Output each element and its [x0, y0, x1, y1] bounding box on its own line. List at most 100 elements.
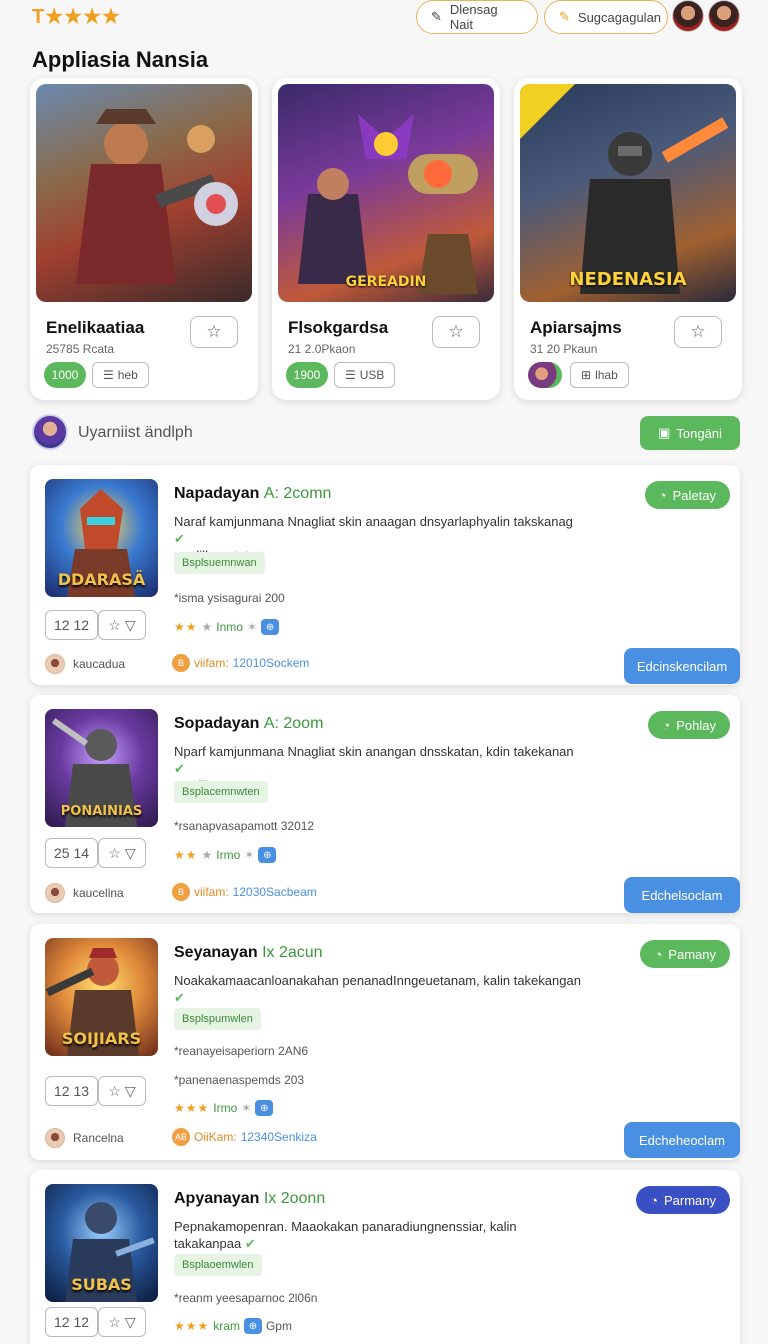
section-header: Uyarniist ändlph ▣ Tongäni: [32, 414, 740, 454]
item-tag[interactable]: Bsplspumwlen: [174, 1008, 261, 1030]
count-chip[interactable]: 1900: [286, 362, 328, 388]
author-name: Rancelna: [73, 1131, 124, 1145]
item-thumbnail: SOIJIARS: [45, 938, 158, 1056]
featured-name: Apiarsajms: [530, 318, 622, 337]
action-button[interactable]: Edcinskencilam: [624, 648, 740, 684]
tag-chip[interactable]: ☰ USB: [334, 362, 396, 388]
tag-chip-label: heb: [117, 368, 138, 382]
clock-icon: ◔: [654, 946, 663, 962]
status-badge[interactable]: ◔ Pohlay: [648, 711, 730, 739]
item-rating: ★★★Irmo✶⊕: [174, 1100, 274, 1116]
list-item[interactable]: DDARASÄ Napadayan A: 2comn ◔ Paletay Nara…: [30, 465, 740, 685]
item-tag[interactable]: Bsplsuemnwan: [174, 552, 265, 574]
favorite-dropdown[interactable]: ☆ ▽: [98, 1076, 146, 1106]
image-icon: ▣: [658, 425, 671, 440]
item-title-highlight: Ix 2oonn: [263, 1190, 326, 1207]
featured-sub: 31 20 Pkaun: [530, 342, 598, 356]
status-badge[interactable]: ◔ Pamany: [640, 940, 730, 968]
star-icon: ☆: [690, 322, 706, 341]
edit-button-secondary[interactable]: ✎ Sugcagagulan: [544, 0, 668, 34]
badge-icon: ⊕: [243, 1318, 262, 1334]
action-button[interactable]: Edchelsoclam: [624, 877, 740, 913]
item-meta: *reanayeisaperiorn 2AN6: [174, 1044, 309, 1058]
item-rating: ★★★ kram ⊕ Gpm: [174, 1318, 292, 1334]
item-thumbnail: DDARASÄ: [45, 479, 158, 597]
user-avatar[interactable]: [672, 0, 704, 32]
item-description-line: Nparf kamjunmana Nnagliat skin anangan d…: [174, 744, 574, 759]
featured-card[interactable]: GEREADIN Flsokgardsa 21 2.0Pkaon ☆ 1900 …: [272, 78, 500, 400]
menu-icon: ☰: [345, 368, 356, 382]
author[interactable]: kaucadua: [45, 654, 125, 674]
list-item[interactable]: SOIJIARS Seyanayan Ix 2acun ◔ Pamany Noak…: [30, 924, 740, 1160]
featured-art: [36, 84, 252, 302]
featured-art: GEREADIN: [278, 84, 494, 302]
star-icon: ☆: [206, 322, 222, 341]
item-title: Sopadayan A: 2oom: [174, 715, 323, 733]
item-title-main: Sopadayan: [174, 715, 260, 732]
item-tag[interactable]: Bsplaoemwlen: [174, 1254, 262, 1276]
item-rating: ★★★Irmo✶⊕: [174, 847, 277, 863]
section-action-button[interactable]: ▣ Tongäni: [640, 416, 740, 450]
stat-box: 12 13: [45, 1076, 99, 1106]
price-label: OiiKam:: [194, 1130, 237, 1144]
edit-button-primary[interactable]: ✎ Dlensag Nait: [416, 0, 538, 34]
page-title: Appliasia Nansia: [32, 47, 209, 72]
avatar[interactable]: [32, 414, 68, 450]
item-title: Napadayan A: 2comn: [174, 485, 331, 503]
item-tag[interactable]: Bsplacemnwten: [174, 781, 268, 803]
thumb-caption: DDARASÄ: [57, 570, 146, 589]
thumb-caption: PONAINIAS: [60, 804, 143, 819]
favorite-dropdown[interactable]: ☆ ▽: [98, 1307, 146, 1337]
rating-word: kram: [213, 1319, 240, 1333]
verified-icon: ✔: [174, 531, 185, 546]
list-item[interactable]: PONAINIAS Sopadayan A: 2oom ◔ Pohlay Npar…: [30, 695, 740, 913]
tag-chip[interactable]: ⊞ lhab: [570, 362, 629, 388]
rating-stars-icon: ★★★: [174, 1319, 210, 1333]
item-thumbnail: PONAINIAS: [45, 709, 158, 827]
favorite-button[interactable]: ☆: [432, 316, 480, 348]
chevron-down-icon: ▽: [124, 616, 136, 633]
tag-chip-label: USB: [359, 368, 385, 382]
author[interactable]: kaucellna: [45, 883, 124, 903]
status-badge[interactable]: ◔ Parmany: [636, 1186, 730, 1214]
menu-icon: ☰: [103, 368, 114, 382]
item-title: Apyanayan Ix 2oonn: [174, 1190, 325, 1208]
item-title-main: Apyanayan: [174, 1190, 260, 1207]
count-chip[interactable]: 1000: [44, 362, 86, 388]
rating-stars-icon: ★★: [174, 848, 198, 862]
author[interactable]: Rancelna: [45, 1128, 124, 1148]
featured-art: NEDENASIA: [520, 84, 736, 302]
art-caption: NEDENASIA: [569, 269, 687, 290]
star-icon: ☆: [108, 844, 121, 861]
list-item[interactable]: SUBAS Apyanayan Ix 2oonn ◔ Parmany Pepnak…: [30, 1170, 740, 1344]
avatar: [45, 1128, 65, 1148]
star-icon: ☆: [108, 616, 121, 633]
avatar: [45, 883, 65, 903]
art-caption: GEREADIN: [345, 274, 427, 290]
author-name: kaucellna: [73, 886, 124, 900]
tag-chip[interactable]: ☰ heb: [92, 362, 149, 388]
user-avatar-secondary[interactable]: [708, 0, 740, 32]
status-label: Pamany: [668, 946, 716, 962]
item-title-highlight: A: 2comn: [263, 485, 332, 502]
stat-box: 12 12: [45, 610, 99, 640]
featured-card[interactable]: Enelikaatiaa 25785 Rcata ☆ 1000 ☰ heb: [30, 78, 258, 400]
favorite-dropdown[interactable]: ☆ ▽: [98, 610, 146, 640]
status-label: Parmany: [663, 1192, 716, 1208]
item-description-line: Pepnakamopenran. Maaokakan panaradiungne…: [174, 1219, 517, 1251]
edit-button-label: Sugcagagulan: [577, 9, 662, 25]
app-logo[interactable]: T★★★★: [32, 4, 121, 29]
rating-empty-star-icon: ★: [201, 620, 213, 634]
menu-icon: ⊞: [581, 368, 592, 382]
action-button[interactable]: Edcheheoclam: [624, 1122, 740, 1158]
featured-name: Flsokgardsa: [288, 318, 389, 337]
favorite-dropdown[interactable]: ☆ ▽: [98, 838, 146, 868]
featured-card[interactable]: NEDENASIA Apiarsajms 31 20 Pkaun ☆ ⊞ lhab: [514, 78, 742, 400]
rating-stars-icon: ★★★: [174, 1101, 210, 1115]
status-badge[interactable]: ◔ Paletay: [644, 481, 730, 509]
item-title-highlight: Ix 2acun: [262, 944, 323, 961]
favorite-button[interactable]: ☆: [190, 316, 238, 348]
rating-word: Irmo: [213, 1101, 238, 1115]
favorite-button[interactable]: ☆: [674, 316, 722, 348]
pencil-icon: ✎: [431, 9, 442, 24]
